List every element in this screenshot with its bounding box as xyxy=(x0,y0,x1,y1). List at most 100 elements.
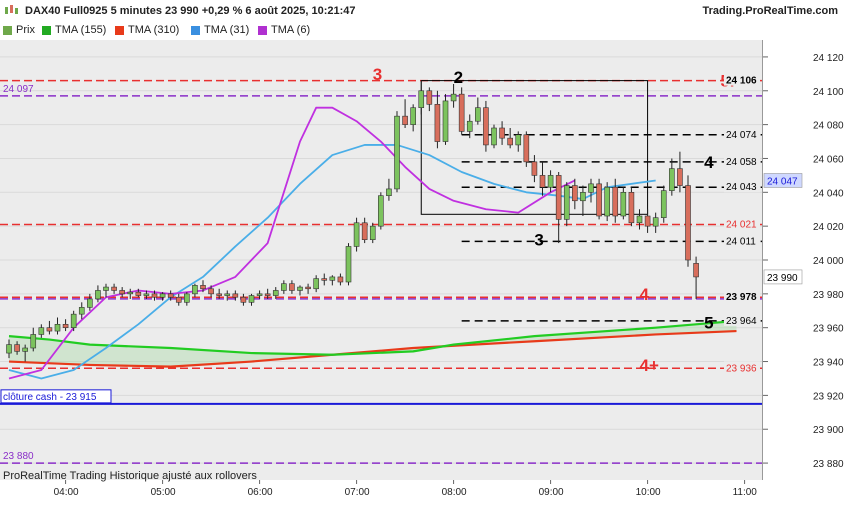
candle-body xyxy=(313,278,319,290)
candle-body xyxy=(281,283,287,291)
price-tag-label: 23 990 xyxy=(767,273,798,284)
candle-body xyxy=(200,285,206,290)
candle-body xyxy=(369,225,376,240)
candle-body xyxy=(30,334,37,349)
level-right-label: 24 106 xyxy=(726,76,757,87)
legend-label-tma31: TMA (31) xyxy=(204,24,250,36)
candle-body xyxy=(402,115,408,125)
chart-header: DAX40 Full0925 5 minutes 23 990 +0,29 % … xyxy=(0,0,850,22)
y-tick-label: 24 040 xyxy=(813,188,844,199)
candle-body xyxy=(378,195,384,227)
level-left-label: 24 097 xyxy=(3,84,34,95)
wave-annotation: 4+ xyxy=(640,356,659,375)
candle-body xyxy=(466,120,473,132)
candle-body xyxy=(604,186,610,217)
x-tick-label: 09:00 xyxy=(539,487,564,498)
candle-body xyxy=(458,93,465,132)
legend-item-tma31[interactable]: TMA (31) xyxy=(191,24,249,36)
candle-body xyxy=(580,192,586,202)
candle-body xyxy=(151,293,158,298)
legend-swatch-tma6 xyxy=(258,25,267,35)
candle-body xyxy=(612,186,619,217)
legend-swatch-prix xyxy=(3,25,12,35)
candle-body xyxy=(216,293,222,296)
chart-type-icon[interactable] xyxy=(4,4,20,16)
legend-label-tma6: TMA (6) xyxy=(271,24,311,36)
price-tag-label: 24 047 xyxy=(767,176,798,187)
candle-body xyxy=(353,222,360,247)
candle-body xyxy=(135,291,142,296)
candle-body xyxy=(103,286,109,291)
y-tick-label: 23 920 xyxy=(813,391,844,402)
y-tick-label: 23 880 xyxy=(813,459,844,470)
candle-body xyxy=(677,168,683,186)
level-right-label: 24 011 xyxy=(726,236,756,247)
legend-label-tma155: TMA (155) xyxy=(55,24,107,36)
candle-body xyxy=(499,127,505,139)
level-right-label: 23 978 xyxy=(726,292,757,303)
level-right-label: 23 936 xyxy=(726,363,757,374)
candle-body xyxy=(539,175,546,188)
candle-body xyxy=(289,283,295,291)
legend-item-tma155[interactable]: TMA (155) xyxy=(42,24,106,36)
plot-area[interactable]: 24 097clôture cash - 23 91523 880325r434… xyxy=(0,40,762,480)
candle-body xyxy=(442,100,449,142)
candle-body xyxy=(248,295,255,303)
candle-body xyxy=(224,293,231,296)
candle-body xyxy=(54,324,61,332)
candle-body xyxy=(256,293,263,296)
candle-body xyxy=(208,288,214,295)
legend-item-prix[interactable]: Prix xyxy=(3,24,35,36)
legend-label-prix: Prix xyxy=(16,24,35,36)
x-tick-label: 06:00 xyxy=(248,487,273,498)
y-axis-svg: 24 120 24 100 24 080 24 060 24 040 24 020 24 0… xyxy=(763,53,844,470)
candle-body xyxy=(685,185,691,261)
candle-body xyxy=(87,298,93,308)
legend-item-tma310[interactable]: TMA (310) xyxy=(115,24,179,36)
y-axis[interactable]: 24 120 24 100 24 080 24 060 24 040 24 020 24 0… xyxy=(762,40,850,480)
candle-body xyxy=(329,276,336,281)
candle-body xyxy=(62,324,69,328)
y-tick-label: 24 100 xyxy=(813,87,844,98)
footer-note: ProRealTime Trading Historique ajusté au… xyxy=(3,470,257,482)
candle-body xyxy=(192,285,198,295)
y-tick-label: 23 960 xyxy=(813,324,844,335)
cash-close-label: clôture cash - 23 915 xyxy=(3,392,97,403)
candle-body xyxy=(78,307,85,315)
level-right-label: 24 074 xyxy=(726,130,757,141)
candle-body xyxy=(636,215,643,224)
candle-body xyxy=(297,286,303,291)
candle-body xyxy=(175,296,182,303)
instrument-title: DAX40 Full0925 5 minutes 23 990 +0,29 % … xyxy=(25,5,356,17)
candle-body xyxy=(386,188,392,196)
candle-body xyxy=(143,293,150,296)
wave-annotation: 3 xyxy=(373,65,382,84)
x-axis-svg: 04:00 05:00 06:00 07:00 08:00 09:00 10:00 11:00 xyxy=(54,480,757,498)
candle-body xyxy=(159,293,166,298)
y-tick-label: 24 120 xyxy=(813,53,844,64)
chart-window: { "header": { "title": "DAX40 Full0925 5… xyxy=(0,0,850,500)
x-tick-label: 04:00 xyxy=(54,487,79,498)
wave-annotation: 2 xyxy=(454,68,463,87)
price-chart-svg[interactable]: 24 097clôture cash - 23 91523 880325r434… xyxy=(0,40,762,480)
candle-body xyxy=(119,290,125,295)
candle-body xyxy=(321,278,328,281)
y-tick-label: 23 940 xyxy=(813,358,844,369)
x-axis[interactable]: 04:00 05:00 06:00 07:00 08:00 09:00 10:00 11:00 xyxy=(0,480,850,500)
candle-body xyxy=(127,291,134,295)
legend-item-tma6[interactable]: TMA (6) xyxy=(258,24,310,36)
candle-body xyxy=(475,107,481,122)
candle-body xyxy=(620,192,627,217)
candle-body xyxy=(563,185,570,220)
legend-label-tma310: TMA (310) xyxy=(128,24,180,36)
x-tick-label: 10:00 xyxy=(636,487,661,498)
candle-body xyxy=(588,183,594,193)
candle-body xyxy=(337,276,344,283)
candle-body xyxy=(660,190,667,218)
candle-body xyxy=(644,215,651,227)
candle-body xyxy=(652,217,659,227)
candle-body xyxy=(167,293,174,298)
candle-body xyxy=(572,185,578,202)
y-tick-label: 24 000 xyxy=(813,256,844,267)
candle-body xyxy=(70,313,77,328)
